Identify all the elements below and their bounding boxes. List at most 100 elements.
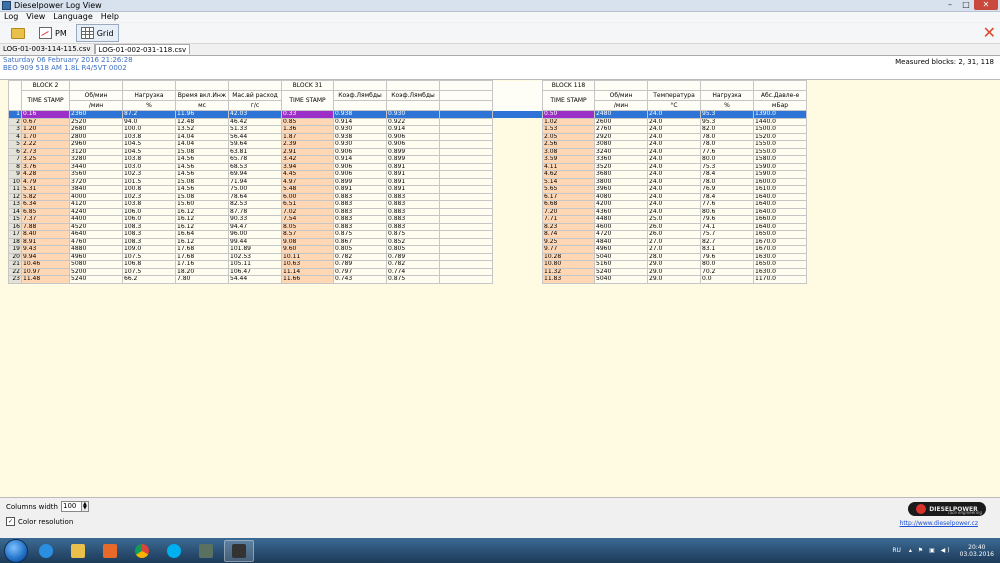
- value-cell: 101.89: [228, 245, 282, 254]
- column-header[interactable]: Об/мин: [594, 90, 648, 101]
- table-row[interactable]: 4 1.70 2800 103.8 14.04 56.44 1.87 0.938 0.906 2.…: [8, 132, 807, 141]
- value-cell: 28.0: [647, 252, 701, 261]
- close-window-button[interactable]: ✕: [974, 0, 998, 10]
- row-number: 6: [8, 147, 22, 156]
- table-row[interactable]: 10 4.79 3720 101.5 15.08 71.94 4.97 0.899 0.891 5…: [8, 177, 807, 186]
- color-resolution-checkbox[interactable]: ✓: [6, 517, 15, 526]
- value-cell: 107.5: [122, 267, 176, 276]
- table-row[interactable]: 18 8.91 4760 108.3 16.12 99.44 9.08 0.867 0.852 9…: [8, 237, 807, 246]
- time-stamp-header[interactable]: TIME STAMP: [542, 90, 595, 111]
- value-cell: 29.0: [647, 260, 701, 269]
- clock[interactable]: 20:40 03.03.2016: [960, 544, 994, 558]
- table-row[interactable]: 5 2.22 2960 104.5 14.04 59.64 2.39 0.930 0.906 2.…: [8, 140, 807, 149]
- table-row[interactable]: 12 5.82 4000 102.3 15.08 78.64 6.00 0.883 0.883 6…: [8, 192, 807, 201]
- column-header[interactable]: Нагрузка: [122, 90, 176, 101]
- row-number: 10: [8, 177, 22, 186]
- taskbar-explorer[interactable]: [64, 541, 92, 561]
- table-row[interactable]: 16 7.88 4520 108.3 16.12 94.47 8.05 0.883 0.883 8…: [8, 222, 807, 231]
- columns-width-control: Columns width 100 ▲ ▼: [6, 501, 89, 512]
- value-cell: 4360: [594, 207, 648, 216]
- table-row[interactable]: 17 8.40 4640 108.3 16.64 96.00 8.57 0.875 0.875 8…: [8, 230, 807, 239]
- table-row[interactable]: 20 9.94 4960 107.5 17.68 102.53 10.11 0.782 0.78…: [8, 252, 807, 261]
- value-cell: 0.883: [333, 215, 387, 224]
- value-cell: 4400: [69, 215, 123, 224]
- value-cell: 5040: [594, 252, 648, 261]
- time-stamp-cell: 0.67: [21, 117, 70, 126]
- taskbar-skype[interactable]: [160, 541, 188, 561]
- menu-help[interactable]: Help: [97, 12, 123, 22]
- gap-cell: [492, 125, 543, 133]
- time-stamp-cell: 8.57: [281, 230, 334, 239]
- column-header[interactable]: Коэф.Лямбды: [333, 90, 387, 101]
- table-row[interactable]: 13 6.34 4120 103.8 15.60 82.53 6.51 0.883 0.883 6…: [8, 200, 807, 209]
- maximize-button[interactable]: □: [958, 0, 974, 10]
- value-cell: 0.906: [386, 132, 440, 141]
- table-row[interactable]: 8 3.76 3440 103.0 14.56 68.53 3.94 0.906 0.891 4.…: [8, 162, 807, 171]
- table-row[interactable]: 21 10.46 5080 106.8 17.16 105.11 10.63 0.789 0.7…: [8, 260, 807, 269]
- value-cell: 1630.0: [753, 252, 807, 261]
- table-row[interactable]: 11 5.31 3840 100.8 14.56 75.00 5.48 0.891 0.891 5…: [8, 185, 807, 194]
- pm-button[interactable]: PM: [34, 24, 72, 42]
- table-row[interactable]: 9 4.28 3560 102.3 14.56 69.94 4.45 0.906 0.891 4.…: [8, 170, 807, 179]
- time-stamp-header[interactable]: TIME STAMP: [281, 90, 334, 111]
- column-header[interactable]: Об/мин: [69, 90, 123, 101]
- taskbar-ie[interactable]: [32, 541, 60, 561]
- file-tab-2[interactable]: LOG-01-002-031-118.csv: [94, 44, 191, 54]
- columns-width-spinner[interactable]: ▲ ▼: [81, 501, 89, 512]
- empty-cell: [439, 245, 493, 254]
- value-cell: 4000: [69, 192, 123, 201]
- time-stamp-cell: 8.74: [542, 230, 595, 239]
- value-cell: 2360: [69, 110, 123, 119]
- table-row[interactable]: 23 11.48 5240 66.2 7.80 54.44 11.66 0.743 0.875 1…: [8, 275, 807, 284]
- grid-button[interactable]: Grid: [75, 24, 119, 42]
- language-indicator[interactable]: RU: [892, 547, 901, 554]
- value-cell: 0.875: [333, 230, 387, 239]
- column-header[interactable]: Абс.Давле-е: [753, 90, 807, 101]
- table-row[interactable]: 14 6.85 4240 106.0 16.12 87.78 7.02 0.883 0.883 7…: [8, 207, 807, 216]
- open-button[interactable]: [4, 24, 30, 42]
- value-cell: 4960: [69, 252, 123, 261]
- time-stamp-header[interactable]: TIME STAMP: [21, 90, 70, 111]
- value-cell: 102.3: [122, 192, 176, 201]
- row-number: 4: [8, 132, 22, 141]
- taskbar-media[interactable]: [96, 541, 124, 561]
- file-tab-1[interactable]: LOG-01-003-114-115.csv: [0, 44, 95, 54]
- columns-width-input[interactable]: 100: [60, 501, 82, 512]
- menu-log[interactable]: Log: [0, 12, 22, 22]
- table-row[interactable]: 15 7.37 4400 106.0 16.12 90.33 7.54 0.883 0.883 7…: [8, 215, 807, 224]
- taskbar-chrome[interactable]: [128, 541, 156, 561]
- column-header[interactable]: Мас.вй расход: [228, 90, 282, 101]
- gap-cell: [492, 178, 543, 186]
- website-link[interactable]: http://www.dieselpower.cz: [900, 520, 978, 527]
- table-row[interactable]: 7 3.25 3280 103.8 14.56 65.78 3.42 0.914 0.899 3.…: [8, 155, 807, 164]
- data-grid-area[interactable]: BLOCK 2 BLOCK 31 BLOCK 118 TIME STAMP Об/мин…: [0, 79, 1000, 498]
- value-cell: 0.906: [333, 147, 387, 156]
- time-stamp-cell: 10.63: [281, 260, 334, 269]
- table-row[interactable]: 3 1.20 2680 100.0 13.52 51.33 1.36 0.930 0.914 1.…: [8, 125, 807, 134]
- gap-cell: [492, 223, 543, 231]
- value-cell: 104.5: [122, 140, 176, 149]
- close-log-icon[interactable]: ✕: [983, 25, 996, 41]
- time-stamp-cell: 10.28: [542, 252, 595, 261]
- start-button[interactable]: [4, 538, 28, 563]
- menu-language[interactable]: Language: [49, 12, 96, 22]
- tray-icons[interactable]: ▴ ⚑ ▣ ◀): [909, 547, 952, 554]
- value-cell: 4200: [594, 200, 648, 209]
- column-header[interactable]: Время вкл.Инж: [175, 90, 229, 101]
- taskbar-logview[interactable]: [224, 539, 254, 562]
- column-header[interactable]: Коэф.Лямбды: [386, 90, 440, 101]
- table-row[interactable]: 2 0.67 2520 94.0 12.48 46.42 0.85 0.914 0.922 1.0…: [8, 117, 807, 126]
- column-header[interactable]: Температура: [647, 90, 701, 101]
- table-row[interactable]: 6 2.73 3120 104.5 15.08 63.81 2.91 0.906 0.899 3.…: [8, 147, 807, 156]
- table-row[interactable]: 1 0.16 2360 87.2 11.96 42.03 0.33 0.938 0.930 0.5…: [8, 110, 807, 119]
- table-row[interactable]: 22 10.97 5200 107.5 18.20 106.47 11.14 0.797 0.7…: [8, 267, 807, 276]
- menu-view[interactable]: View: [22, 12, 49, 22]
- value-cell: 0.938: [333, 110, 387, 119]
- taskbar-app[interactable]: [192, 541, 220, 561]
- data-grid[interactable]: BLOCK 2 BLOCK 31 BLOCK 118 TIME STAMP Об/мин…: [8, 80, 807, 284]
- folder-open-icon: [11, 27, 25, 39]
- minimize-button[interactable]: –: [942, 0, 958, 10]
- column-header[interactable]: Нагрузка: [700, 90, 754, 101]
- value-cell: 12.48: [175, 117, 229, 126]
- table-row[interactable]: 19 9.43 4880 109.0 17.68 101.89 9.60 0.805 0.805…: [8, 245, 807, 254]
